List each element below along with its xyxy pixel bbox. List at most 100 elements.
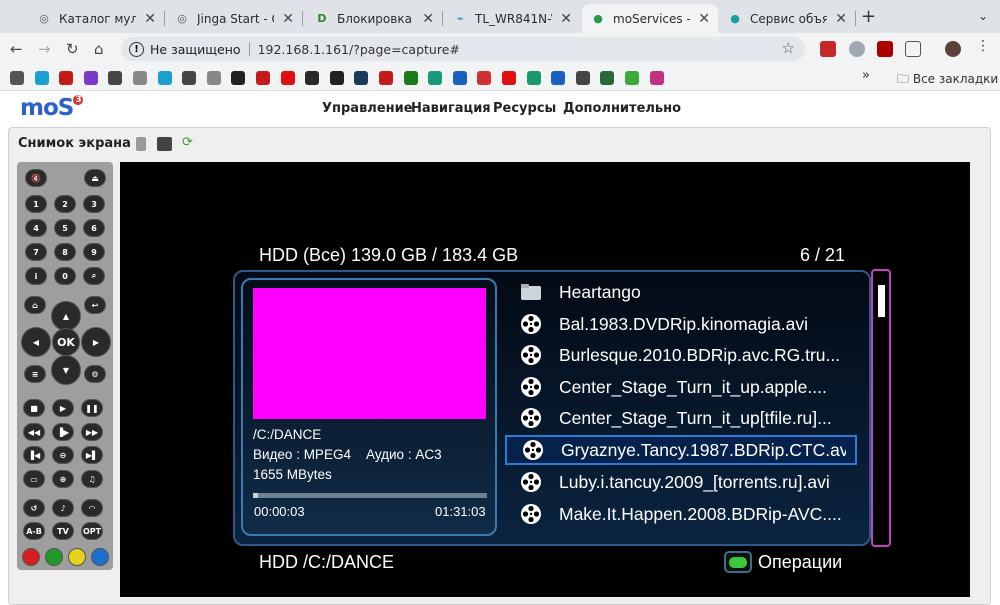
bookmark-icon[interactable] (108, 71, 123, 85)
remote-key-7[interactable]: 7 (25, 243, 47, 261)
zoom-out-button[interactable]: ⊖ (52, 446, 74, 464)
ok-button[interactable]: OK (52, 328, 80, 356)
left-arrow-button[interactable]: ◀ (21, 327, 51, 357)
tab[interactable]: ● Сервис объявл ✕ (719, 4, 856, 33)
kebab-menu-icon[interactable]: ⋮ (976, 38, 992, 54)
remote-icon[interactable] (136, 137, 146, 151)
mos-logo[interactable]: moS 3 (20, 95, 83, 121)
file-list-item[interactable]: Heartango (505, 277, 857, 307)
home-icon[interactable]: ⌂ (94, 40, 104, 58)
pause-button[interactable]: ❚❚ (81, 399, 103, 417)
remote-key-i[interactable]: i (25, 267, 47, 285)
remote-key-⌕[interactable]: ⌕ (83, 267, 105, 285)
tab[interactable]: ◎ Jinga Start - Обс ✕ (166, 4, 303, 33)
bookmark-icon[interactable] (354, 71, 369, 85)
tab[interactable]: D Блокировка ре ✕ (306, 4, 443, 33)
menu-item[interactable]: Дополнительно (563, 101, 681, 116)
rewind-button[interactable]: ◀◀ (23, 423, 45, 441)
url-text[interactable]: 192.168.1.161/?page=capture# (258, 42, 460, 57)
file-list-item[interactable]: Center_Stage_Turn_it_up[tfile.ru]... (505, 403, 857, 433)
zoom-in-button[interactable]: ⊕ (52, 470, 74, 488)
color-button-0[interactable] (22, 548, 40, 566)
bookmark-icon[interactable] (34, 71, 49, 85)
list-button[interactable]: ≡ (24, 365, 46, 383)
remote-key-4[interactable]: 4 (25, 219, 47, 237)
shield-extension-icon[interactable] (849, 41, 865, 57)
bookmark-icon[interactable] (600, 71, 615, 85)
bookmark-icon[interactable] (157, 71, 172, 85)
step-button[interactable]: ▐▶ (52, 423, 74, 441)
file-list-item[interactable]: Gryaznye.Tancy.1987.BDRip.CTC.avi (505, 435, 857, 465)
audio-button[interactable]: ♫ (81, 470, 103, 488)
remote-key-8[interactable]: 8 (54, 243, 76, 261)
more-bookmarks-icon[interactable]: » (862, 68, 876, 83)
extension-icon[interactable] (820, 41, 836, 57)
bookmark-icon[interactable] (428, 71, 443, 85)
scroll-thumb[interactable] (878, 285, 885, 317)
right-arrow-button[interactable]: ▶ (81, 327, 111, 357)
file-list-item[interactable]: Center_Stage_Turn_it_up.apple.... (505, 372, 857, 402)
close-tab-icon[interactable]: ✕ (144, 11, 156, 27)
remote-key-0[interactable]: 0 (54, 267, 76, 285)
file-list-item[interactable]: Luby.i.tancuy.2009_[torrents.ru].avi (505, 467, 857, 497)
file-list-item[interactable]: Make.It.Happen.2008.BDRip-AVC.... (505, 499, 857, 529)
bookmark-icon[interactable] (231, 71, 246, 85)
remote-key-3[interactable]: 3 (83, 195, 105, 213)
menu-item[interactable]: Навигация (411, 101, 491, 116)
close-tab-icon[interactable]: ✕ (282, 11, 294, 27)
stop-button[interactable]: ■ (23, 399, 45, 417)
eject-button[interactable]: ⏏ (84, 169, 106, 187)
remote-key-1[interactable]: 1 (25, 195, 47, 213)
bookmark-icon[interactable] (10, 71, 24, 85)
mute-button[interactable]: 🔇 (25, 169, 47, 187)
back-arrow-icon[interactable]: ← (10, 40, 23, 58)
close-tab-icon[interactable]: ✕ (835, 11, 847, 27)
monitor-icon[interactable] (157, 137, 172, 151)
subtitle-button[interactable]: ▭ (23, 470, 45, 488)
close-tab-icon[interactable]: ✕ (698, 11, 710, 27)
bookmark-icon[interactable] (256, 71, 270, 85)
reload-icon[interactable]: ↻ (66, 40, 79, 58)
all-bookmarks-folder[interactable]: 🗀 Все закладки (897, 70, 998, 91)
profile-avatar[interactable] (945, 41, 961, 57)
bookmark-icon[interactable] (305, 71, 320, 85)
tab[interactable]: ● moServices - Сн ✕ (582, 4, 718, 33)
ab-button[interactable]: A-B (23, 522, 45, 540)
settings-gear-icon[interactable]: ⚙ (84, 365, 106, 383)
address-bar[interactable]: ! Не защищено 192.168.1.161/?page=captur… (121, 37, 805, 61)
remote-key-2[interactable]: 2 (54, 195, 76, 213)
bookmark-icon[interactable] (452, 71, 467, 85)
bookmark-icon[interactable] (526, 71, 541, 85)
next-button[interactable]: ▶▌ (81, 446, 103, 464)
bookmark-icon[interactable] (477, 71, 492, 85)
remote-key-5[interactable]: 5 (54, 219, 76, 237)
bookmark-icon[interactable] (206, 71, 221, 85)
remote-key-6[interactable]: 6 (83, 219, 105, 237)
prev-button[interactable]: ▐◀ (23, 446, 45, 464)
bookmark-icon[interactable] (133, 71, 147, 85)
tab-search-chevron-icon[interactable]: ⌄ (978, 9, 988, 23)
sound-button[interactable]: ♪ (52, 499, 74, 517)
tv-button[interactable]: TV (52, 522, 74, 540)
back-button[interactable]: ↩ (84, 296, 106, 314)
bookmark-icon[interactable] (379, 71, 393, 85)
new-tab-button[interactable]: + (861, 6, 876, 27)
bookmark-icon[interactable] (280, 71, 295, 85)
fast-forward-button[interactable]: ▶▶ (81, 423, 103, 441)
bookmark-icon[interactable] (649, 71, 664, 85)
tab[interactable]: ◎ Каталог мульт ✕ (28, 4, 165, 33)
bookmark-star-icon[interactable]: ☆ (782, 39, 795, 57)
up-arrow-button[interactable]: ▲ (51, 301, 81, 331)
menu-item[interactable]: Управление (322, 101, 413, 116)
repeat-button[interactable]: ↺ (23, 499, 45, 517)
down-arrow-button[interactable]: ▼ (51, 355, 81, 385)
close-tab-icon[interactable]: ✕ (422, 11, 434, 27)
bookmark-icon[interactable] (625, 71, 639, 85)
file-list-item[interactable]: Burlesque.2010.BDRip.avc.RG.tru... (505, 340, 857, 370)
file-list-item[interactable]: Bal.1983.DVDRip.kinomagia.avi (505, 309, 857, 339)
bookmark-icon[interactable] (83, 71, 98, 85)
extension-icon[interactable] (877, 41, 893, 57)
opt-button[interactable]: OPT (81, 522, 103, 540)
tab[interactable]: ⌁ TL_WR841N-V1 ✕ (444, 4, 580, 33)
bookmark-icon[interactable] (575, 71, 590, 85)
